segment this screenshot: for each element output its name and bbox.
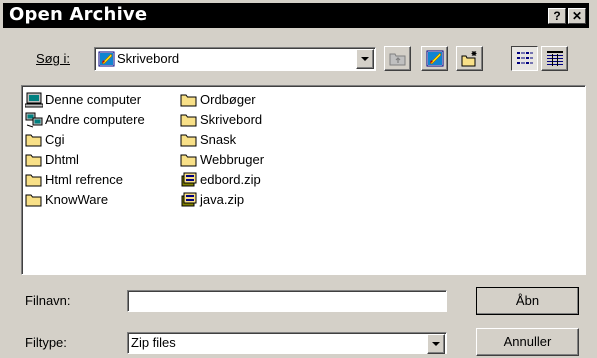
list-view-icon: [517, 52, 533, 64]
filetype-value: Zip files: [131, 335, 176, 350]
filename-label: Filnavn:: [25, 293, 71, 308]
lookin-label: Søg i:: [36, 51, 70, 67]
list-item-label: KnowWare: [45, 192, 109, 207]
lookin-label-text: Søg i:: [36, 51, 70, 66]
list-item[interactable]: KnowWare: [25, 190, 175, 210]
zip-file-icon: [181, 192, 197, 207]
details-view-icon: [547, 51, 563, 66]
list-item-label: Webbruger: [200, 152, 265, 167]
list-view-button[interactable]: [511, 46, 538, 71]
list-item[interactable]: Html refrence: [25, 170, 175, 190]
folder-icon: [25, 134, 42, 147]
list-item[interactable]: Snask: [180, 130, 320, 150]
lookin-value: Skrivebord: [117, 51, 180, 66]
list-item-label: java.zip: [200, 192, 245, 207]
chevron-down-icon: [432, 342, 440, 346]
list-item[interactable]: Skrivebord: [180, 110, 320, 130]
list-item-label: Cgi: [45, 132, 65, 147]
desktop-icon: [98, 51, 115, 67]
list-item[interactable]: Ordbøger: [180, 90, 320, 110]
filetype-label: Filtype:: [25, 335, 67, 350]
filename-input[interactable]: [127, 290, 447, 312]
list-item[interactable]: java.zip: [180, 190, 320, 210]
list-item-label: Denne computer: [45, 92, 142, 107]
open-button[interactable]: Åbn: [476, 287, 579, 315]
help-button[interactable]: ?: [548, 8, 566, 24]
file-list[interactable]: Denne computer Andre computere Cgi Dhtml: [21, 85, 586, 275]
close-button[interactable]: ✕: [568, 8, 586, 24]
lookin-combobox[interactable]: Skrivebord: [94, 47, 376, 71]
folder-icon: [25, 194, 42, 207]
up-one-level-button[interactable]: [384, 46, 411, 71]
filetype-select[interactable]: Zip files: [127, 332, 447, 354]
up-one-level-icon: [389, 53, 406, 66]
folder-icon: [180, 114, 197, 127]
list-item-label: Dhtml: [45, 152, 79, 167]
window-title: Open Archive: [9, 4, 148, 25]
list-item[interactable]: Andre computere: [25, 110, 175, 130]
list-item-label: Skrivebord: [200, 112, 263, 127]
desktop-icon: [426, 50, 444, 67]
folder-icon: [180, 134, 197, 147]
desktop-button[interactable]: [421, 46, 448, 71]
details-view-button[interactable]: [541, 46, 568, 71]
chevron-down-icon: [361, 57, 369, 61]
new-folder-button[interactable]: [456, 46, 483, 71]
filetype-dropdown-button[interactable]: [427, 334, 445, 354]
zip-file-icon: [181, 172, 197, 187]
list-item[interactable]: edbord.zip: [180, 170, 320, 190]
lookin-dropdown-button[interactable]: [356, 49, 374, 69]
list-item[interactable]: Cgi: [25, 130, 175, 150]
list-item[interactable]: Webbruger: [180, 150, 320, 170]
list-item-label: edbord.zip: [200, 172, 261, 187]
cancel-button[interactable]: Annuller: [476, 328, 579, 356]
computer-icon: [25, 92, 43, 108]
folder-icon: [180, 154, 197, 167]
network-icon: [25, 112, 43, 128]
new-folder-icon: [461, 51, 477, 67]
open-archive-dialog: Open Archive ? ✕ Søg i: Skrivebord Denne…: [0, 0, 597, 358]
list-item-label: Snask: [200, 132, 237, 147]
list-item[interactable]: Dhtml: [25, 150, 175, 170]
folder-icon: [25, 174, 42, 187]
list-item[interactable]: Denne computer: [25, 90, 175, 110]
list-item-label: Andre computere: [45, 112, 145, 127]
list-item-label: Html refrence: [45, 172, 124, 187]
title-bar[interactable]: Open Archive ? ✕: [3, 3, 589, 28]
folder-icon: [180, 94, 197, 107]
list-item-label: Ordbøger: [200, 92, 256, 107]
folder-icon: [25, 154, 42, 167]
